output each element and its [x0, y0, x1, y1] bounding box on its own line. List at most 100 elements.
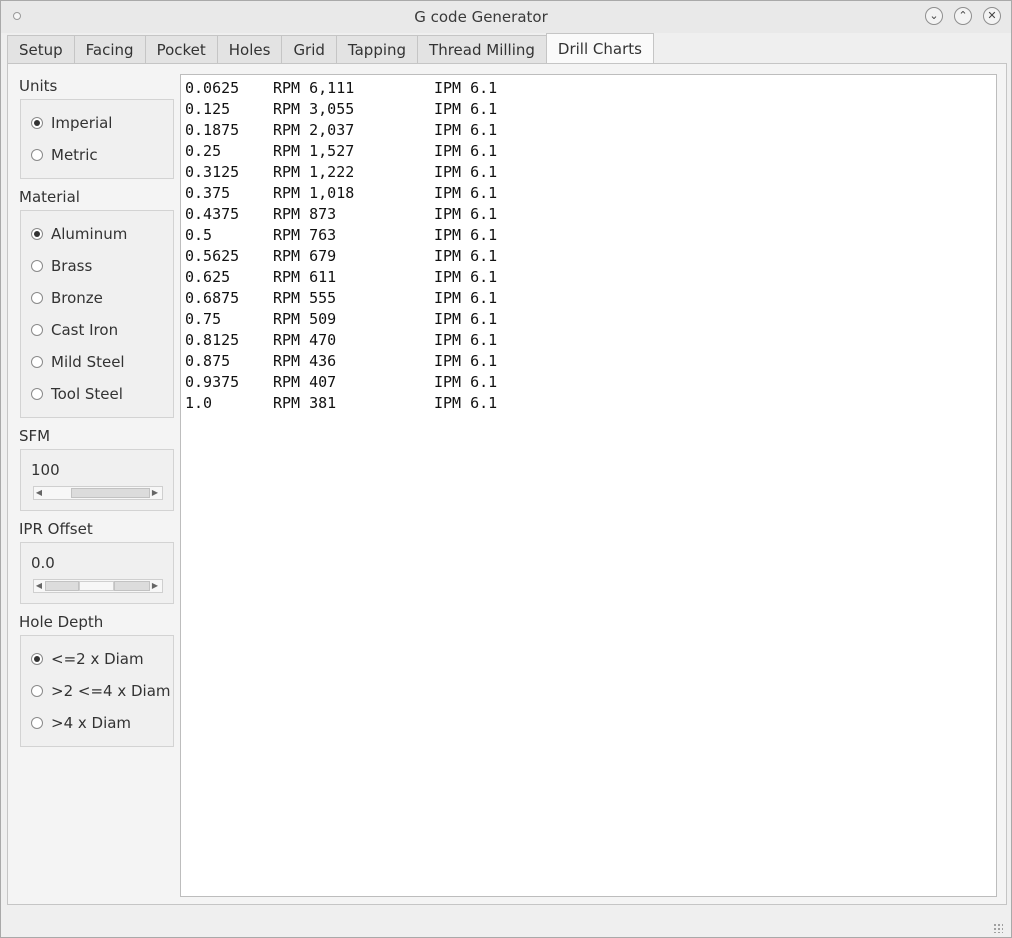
- material-cast-iron-radio[interactable]: Cast Iron: [31, 320, 118, 340]
- hole-depth-group: <=2 x Diam >2 <=4 x Diam >4 x Diam: [20, 635, 174, 747]
- radio-checked-icon: [31, 117, 43, 129]
- resize-grip-icon[interactable]: [993, 923, 1003, 933]
- chart-cell-diam: 0.75: [185, 310, 222, 328]
- tab-tapping[interactable]: Tapping: [335, 35, 419, 63]
- chart-cell-diam: 1.0: [185, 394, 213, 412]
- chart-cell-ipm: IPM 6.1: [434, 373, 498, 391]
- chart-cell-diam: 0.5: [185, 226, 213, 244]
- chart-cell-diam: 0.375: [185, 184, 231, 202]
- chart-cell-rpm: RPM 509: [273, 310, 337, 328]
- drill-chart-output[interactable]: 0.0625 RPM 6,111 IPM 6.1 0.125 RPM 3,055 IPM …: [180, 74, 997, 897]
- sfm-slider[interactable]: ◀ ▶: [33, 486, 163, 500]
- radio-unchecked-icon: [31, 685, 43, 697]
- material-tool-steel-radio[interactable]: Tool Steel: [31, 384, 123, 404]
- chart-cell-diam: 0.8125: [185, 331, 240, 349]
- chart-cell-diam: 0.3125: [185, 163, 240, 181]
- scroll-left-arrow-icon[interactable]: ◀: [34, 487, 44, 499]
- hole-depth-2x-radio[interactable]: <=2 x Diam: [31, 649, 144, 669]
- chart-cell-diam: 0.4375: [185, 205, 240, 223]
- material-aluminum-radio[interactable]: Aluminum: [31, 224, 127, 244]
- chart-cell-rpm: RPM 2,037: [273, 121, 355, 139]
- scroll-right-arrow-icon[interactable]: ▶: [150, 580, 160, 592]
- status-bar: [7, 907, 1005, 935]
- chart-cell-rpm: RPM 3,055: [273, 100, 355, 118]
- chart-cell-ipm: IPM 6.1: [434, 163, 498, 181]
- material-bronze-radio[interactable]: Bronze: [31, 288, 103, 308]
- ipr-slider-track-left: [45, 581, 79, 591]
- radio-unchecked-icon: [31, 717, 43, 729]
- material-group: Aluminum Brass Bronze Cast Iron Mild Ste…: [20, 210, 174, 418]
- radio-checked-icon: [31, 228, 43, 240]
- chart-cell-ipm: IPM 6.1: [434, 331, 498, 349]
- ipr-offset-group: 0.0 ◀ ▶: [20, 542, 174, 604]
- radio-label: Tool Steel: [51, 385, 123, 403]
- chart-cell-diam: 0.25: [185, 142, 222, 160]
- chart-cell-rpm: RPM 6,111: [273, 79, 355, 97]
- material-mild-steel-radio[interactable]: Mild Steel: [31, 352, 125, 372]
- tab-pocket[interactable]: Pocket: [144, 35, 218, 63]
- chart-cell-rpm: RPM 1,527: [273, 142, 355, 160]
- chart-cell-diam: 0.5625: [185, 247, 240, 265]
- sfm-value: 100: [31, 461, 60, 479]
- title-bar[interactable]: G code Generator ⌄ ⌃ ✕: [1, 1, 1011, 33]
- chart-cell-rpm: RPM 763: [273, 226, 337, 244]
- ipr-offset-slider-thumb[interactable]: [79, 581, 114, 591]
- chart-cell-diam: 0.875: [185, 352, 231, 370]
- chart-cell-ipm: IPM 6.1: [434, 100, 498, 118]
- scroll-right-arrow-icon[interactable]: ▶: [150, 487, 160, 499]
- chart-cell-ipm: IPM 6.1: [434, 247, 498, 265]
- tab-facing[interactable]: Facing: [73, 35, 146, 63]
- maximize-icon[interactable]: ⌃: [954, 7, 972, 25]
- radio-label: Aluminum: [51, 225, 128, 243]
- chart-cell-ipm: IPM 6.1: [434, 205, 498, 223]
- radio-unchecked-icon: [31, 149, 43, 161]
- tab-holes[interactable]: Holes: [216, 35, 283, 63]
- chart-cell-diam: 0.0625: [185, 79, 240, 97]
- ipr-offset-value: 0.0: [31, 554, 55, 572]
- sfm-group: 100 ◀ ▶: [20, 449, 174, 511]
- units-group: Imperial Metric: [20, 99, 174, 179]
- chart-cell-diam: 0.125: [185, 100, 231, 118]
- chart-cell-ipm: IPM 6.1: [434, 184, 498, 202]
- ipr-offset-slider[interactable]: ◀ ▶: [33, 579, 163, 593]
- units-group-title: Units: [19, 77, 58, 95]
- chart-cell-ipm: IPM 6.1: [434, 268, 498, 286]
- chart-cell-diam: 0.6875: [185, 289, 240, 307]
- chart-cell-diam: 0.9375: [185, 373, 240, 391]
- chart-cell-rpm: RPM 436: [273, 352, 337, 370]
- hole-depth-4x-radio[interactable]: >4 x Diam: [31, 713, 131, 733]
- material-brass-radio[interactable]: Brass: [31, 256, 92, 276]
- tab-drill-charts[interactable]: Drill Charts: [545, 33, 654, 63]
- chart-cell-ipm: IPM 6.1: [434, 289, 498, 307]
- units-imperial-radio[interactable]: Imperial: [31, 113, 112, 133]
- radio-label: >4 x Diam: [51, 714, 132, 732]
- chart-cell-rpm: RPM 873: [273, 205, 337, 223]
- scroll-left-arrow-icon[interactable]: ◀: [34, 580, 44, 592]
- hole-depth-2-4x-radio[interactable]: >2 <=4 x Diam: [31, 681, 171, 701]
- radio-label: Bronze: [51, 289, 103, 307]
- radio-unchecked-icon: [31, 324, 43, 336]
- radio-label: >2 <=4 x Diam: [51, 682, 171, 700]
- chart-cell-rpm: RPM 1,222: [273, 163, 355, 181]
- units-metric-radio[interactable]: Metric: [31, 145, 98, 165]
- ipr-slider-track-right: [114, 581, 150, 591]
- chart-cell-ipm: IPM 6.1: [434, 394, 498, 412]
- close-icon[interactable]: ✕: [983, 7, 1001, 25]
- radio-label: <=2 x Diam: [51, 650, 144, 668]
- tab-setup[interactable]: Setup: [7, 35, 75, 63]
- drill-charts-panel: Units Imperial Metric Material Aluminum …: [7, 63, 1007, 905]
- chart-cell-ipm: IPM 6.1: [434, 226, 498, 244]
- radio-label: Brass: [51, 257, 93, 275]
- chart-cell-rpm: RPM 679: [273, 247, 337, 265]
- main-window: G code Generator ⌄ ⌃ ✕ Setup Facing Pock…: [0, 0, 1012, 938]
- radio-label: Mild Steel: [51, 353, 125, 371]
- chart-cell-rpm: RPM 555: [273, 289, 337, 307]
- radio-label: Imperial: [51, 114, 113, 132]
- sfm-slider-thumb[interactable]: [71, 488, 150, 498]
- radio-checked-icon: [31, 653, 43, 665]
- tab-thread-milling[interactable]: Thread Milling: [417, 35, 547, 63]
- minimize-icon[interactable]: ⌄: [925, 7, 943, 25]
- tab-grid[interactable]: Grid: [281, 35, 337, 63]
- radio-unchecked-icon: [31, 388, 43, 400]
- chart-cell-rpm: RPM 611: [273, 268, 337, 286]
